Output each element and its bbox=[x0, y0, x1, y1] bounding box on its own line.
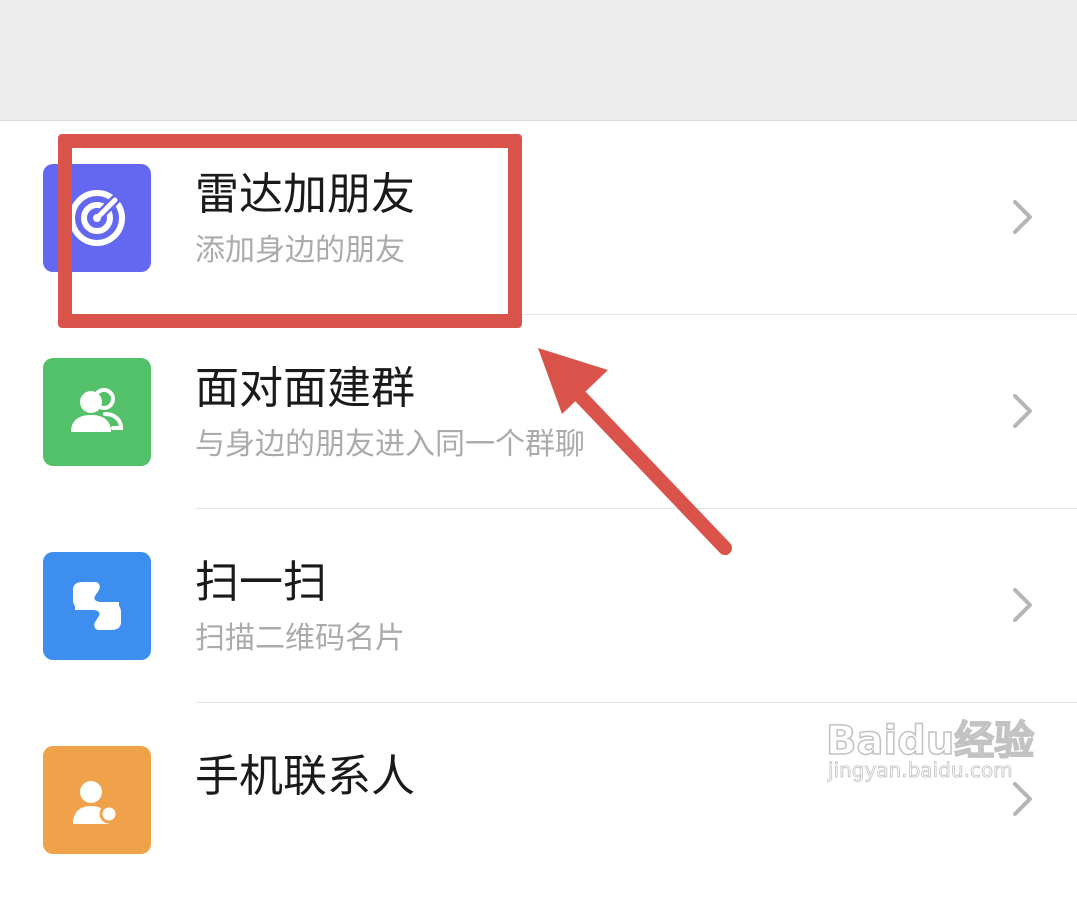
radar-icon bbox=[69, 190, 125, 246]
chevron-right-icon bbox=[1013, 782, 1032, 816]
item-title: 面对面建群 bbox=[195, 363, 415, 414]
list-item-scan[interactable]: 扫一扫 扫描二维码名片 bbox=[0, 509, 1077, 703]
radar-icon-box bbox=[43, 164, 151, 272]
scan-icon-box bbox=[43, 552, 151, 660]
top-bar: ········ bbox=[0, 0, 1077, 121]
item-subtitle: 添加身边的朋友 bbox=[195, 233, 405, 268]
chevron-right-icon bbox=[1013, 200, 1032, 234]
item-title: 手机联系人 bbox=[195, 751, 415, 802]
contact-icon-box bbox=[43, 746, 151, 854]
chevron-right-icon bbox=[1013, 588, 1032, 622]
list-item-face-to-face-group[interactable]: 面对面建群 与身边的朋友进入同一个群聊 bbox=[0, 315, 1077, 509]
group-icon bbox=[71, 388, 124, 432]
chevron-right-icon bbox=[1013, 394, 1032, 428]
list-item-radar[interactable]: 雷达加朋友 添加身边的朋友 bbox=[0, 121, 1077, 315]
list-item-phone-contacts[interactable]: 手机联系人 bbox=[0, 703, 1077, 897]
top-bar-title-fragment: ········ bbox=[560, 0, 840, 6]
item-title: 扫一扫 bbox=[195, 557, 327, 608]
item-title: 雷达加朋友 bbox=[195, 169, 415, 220]
group-icon-box bbox=[43, 358, 151, 466]
contact-icon bbox=[73, 781, 119, 824]
add-friends-list: 雷达加朋友 添加身边的朋友 面对面建群 与身边的朋友进入同一个群聊 扫一扫 扫描… bbox=[0, 121, 1077, 897]
scan-icon bbox=[73, 582, 121, 630]
item-subtitle: 扫描二维码名片 bbox=[195, 621, 405, 656]
item-subtitle: 与身边的朋友进入同一个群聊 bbox=[195, 427, 585, 462]
